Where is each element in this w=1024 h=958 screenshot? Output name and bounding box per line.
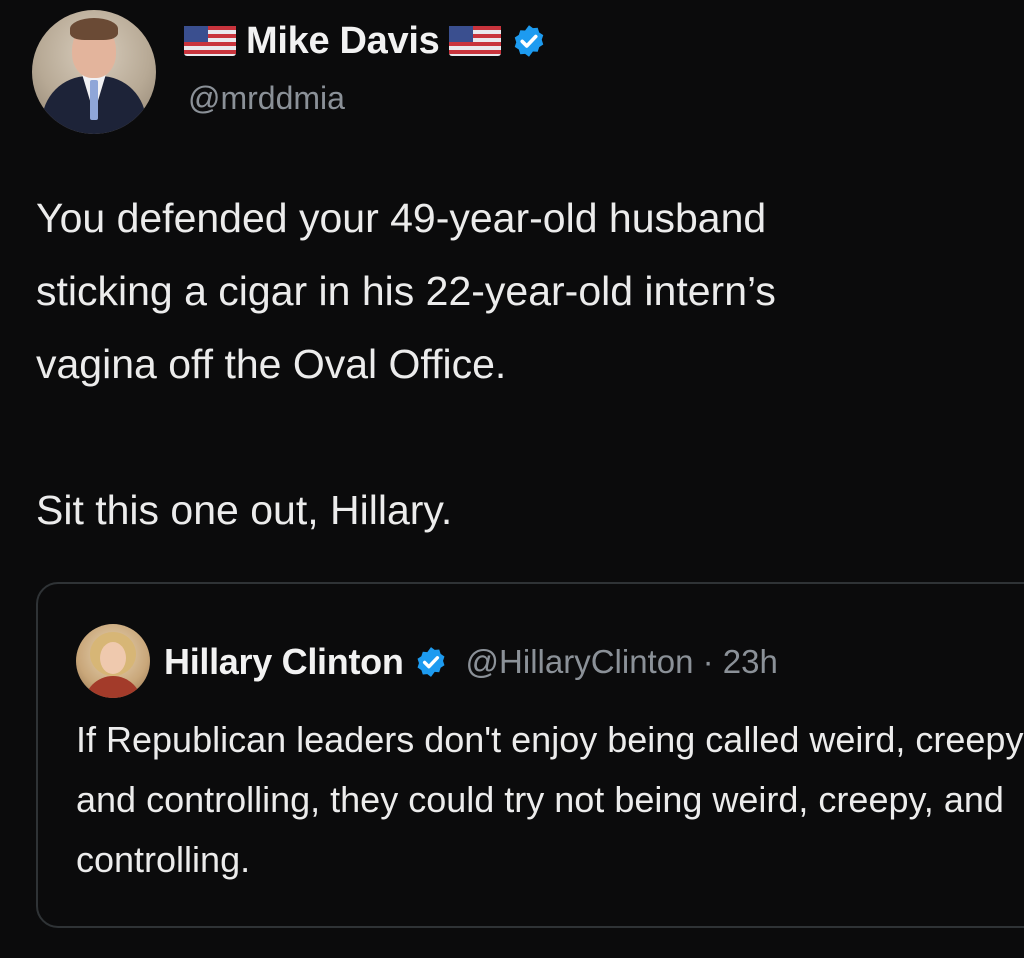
avatar-hair — [70, 18, 118, 40]
avatar-tie — [90, 80, 98, 120]
quoted-author-avatar[interactable] — [76, 624, 150, 698]
avatar-face — [100, 642, 126, 674]
quoted-tweet-text: If Republican leaders don't enjoy being … — [76, 719, 1024, 880]
tweet: Mike Davis @mrddmia You defended your 49… — [0, 0, 1024, 958]
author-avatar[interactable] — [32, 10, 156, 134]
author-handle[interactable]: @mrddmia — [188, 80, 345, 117]
verified-badge-icon — [515, 25, 544, 57]
quoted-author-display-name[interactable]: Hillary Clinton — [164, 641, 404, 683]
tweet-text: You defended your 49-year-old husband st… — [36, 182, 1016, 547]
quoted-author-handle-time[interactable]: @HillaryClinton · 23h — [466, 643, 778, 681]
author-display-name[interactable]: Mike Davis — [246, 20, 440, 63]
verified-badge-icon — [417, 647, 444, 677]
tweet-paragraph: You defended your 49-year-old husband st… — [36, 195, 776, 387]
quoted-tweet-card[interactable]: Hillary Clinton @HillaryClinton · 23h If… — [36, 582, 1024, 928]
us-flag-icon — [184, 26, 236, 56]
tweet-paragraph: Sit this one out, Hillary. — [36, 487, 453, 533]
us-flag-icon — [449, 26, 502, 56]
author-name-row: Mike Davis — [184, 16, 547, 66]
avatar-body — [84, 676, 142, 698]
quoted-author-row: Hillary Clinton @HillaryClinton · 23h — [164, 634, 778, 690]
